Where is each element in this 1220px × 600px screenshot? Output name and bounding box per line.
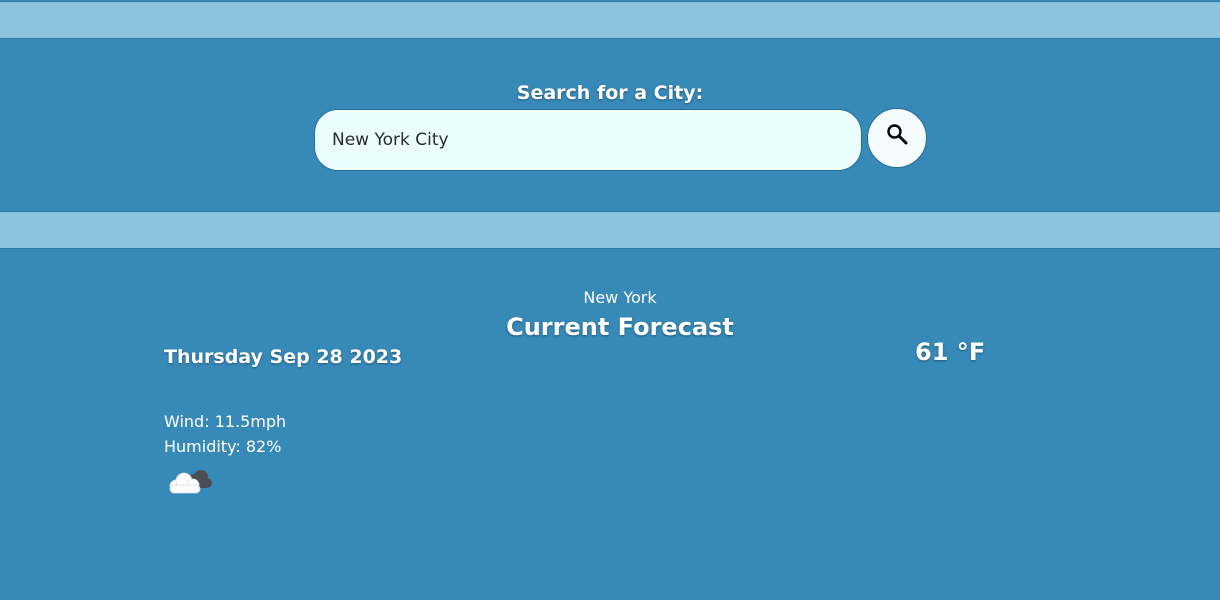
search-label: Search for a City:	[516, 82, 704, 104]
search-button[interactable]	[867, 108, 927, 168]
divider-band	[0, 211, 1220, 249]
city-search-input[interactable]	[314, 109, 862, 171]
cloud-icon	[169, 470, 212, 494]
forecast-heading: Current Forecast	[506, 313, 734, 341]
wind-speed: Wind: 11.5mph	[164, 412, 287, 431]
humidity: Humidity: 82%	[164, 437, 282, 456]
temperature: 61 °F	[915, 338, 986, 366]
top-band	[0, 1, 1220, 39]
forecast-date: Thursday Sep 28 2023	[164, 346, 403, 368]
city-name: New York	[583, 288, 657, 307]
search-icon	[887, 124, 908, 145]
